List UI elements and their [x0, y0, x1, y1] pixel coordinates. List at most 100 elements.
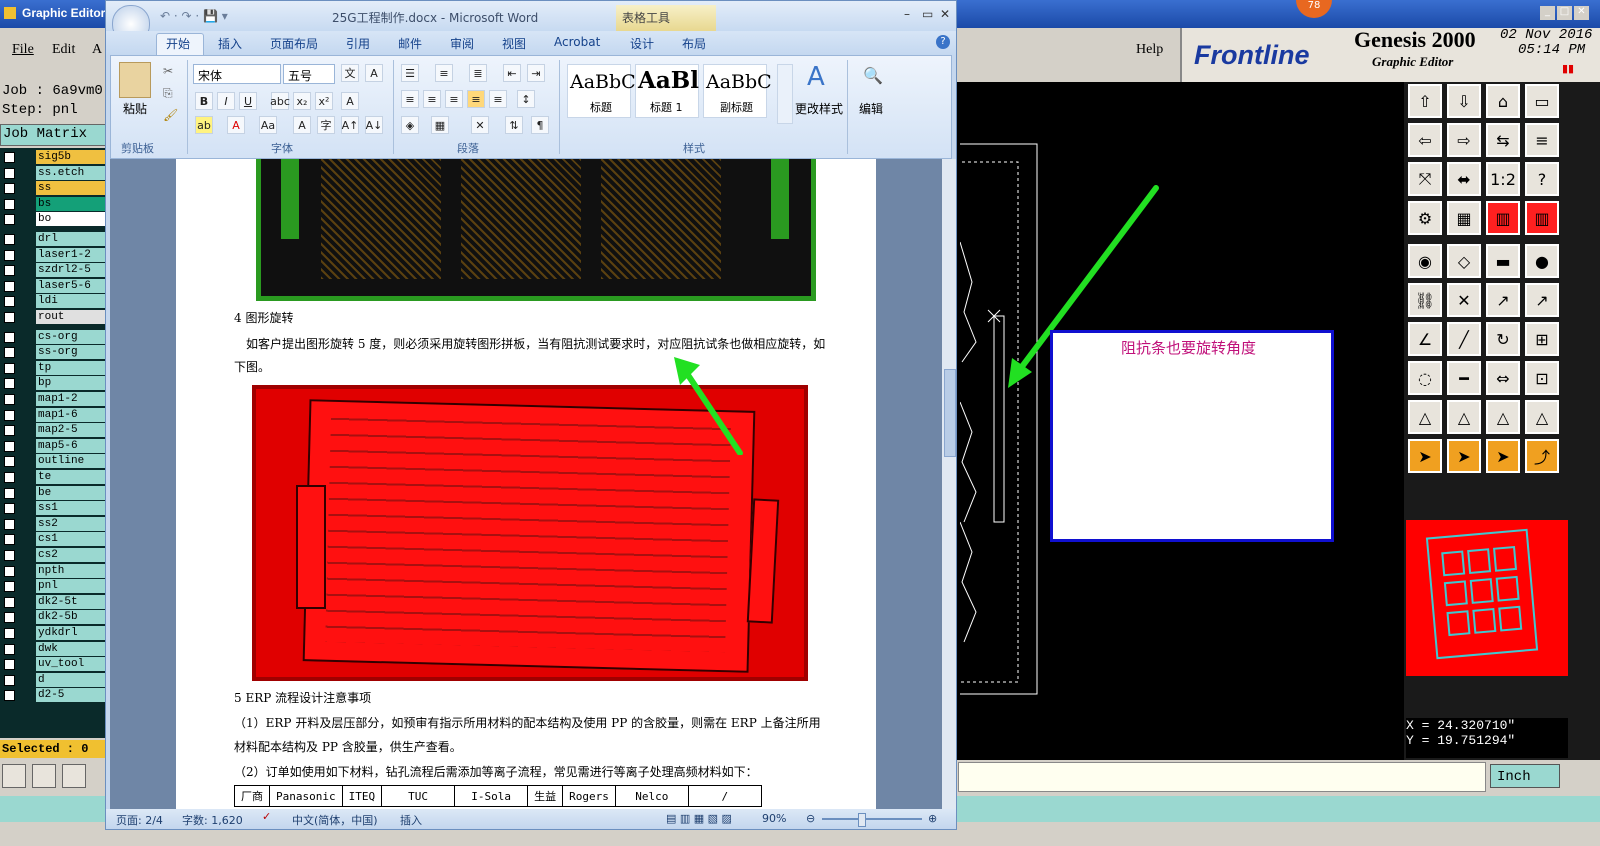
- layer-row[interactable]: bp: [0, 376, 106, 391]
- clear-format-button[interactable]: A: [341, 92, 359, 110]
- style-subtitle[interactable]: AaBbC 副标题: [703, 64, 772, 118]
- layer-checkbox[interactable]: [4, 296, 15, 308]
- layer-checkbox[interactable]: [4, 643, 15, 655]
- tab-design[interactable]: 设计: [630, 35, 654, 52]
- layer-name[interactable]: uv_tool: [36, 657, 106, 672]
- layer-name[interactable]: bp: [36, 376, 106, 391]
- tool-button-icon[interactable]: ∠: [1408, 322, 1442, 356]
- layer-row[interactable]: outline: [0, 454, 106, 469]
- copy-icon[interactable]: ⎘: [163, 86, 173, 101]
- layer-row[interactable]: tp: [0, 360, 106, 375]
- change-styles-icon[interactable]: A: [807, 62, 825, 92]
- style-heading1[interactable]: AaBl 标题 1: [635, 64, 699, 118]
- tool-button-icon[interactable]: ⤴: [1525, 439, 1559, 473]
- italic-button[interactable]: I: [217, 92, 235, 110]
- paste-label[interactable]: 粘贴: [123, 100, 147, 117]
- tool-button-icon[interactable]: ▭: [1525, 84, 1559, 118]
- tool-button-icon[interactable]: ⤧: [1408, 162, 1442, 196]
- layer-row[interactable]: pnl: [0, 579, 106, 594]
- layer-checkbox[interactable]: [4, 312, 15, 323]
- document-page[interactable]: 4 图形旋转 如客户提出图形旋转 5 度，则必须采用旋转图形拼板，当有阻抗测试要…: [176, 159, 876, 809]
- layer-checkbox[interactable]: [4, 612, 15, 624]
- layer-row[interactable]: laser1-2: [0, 247, 106, 262]
- tool-button-icon[interactable]: ◌: [1408, 361, 1442, 395]
- layer-row[interactable]: bs: [0, 196, 106, 211]
- layer-name[interactable]: ss2: [36, 516, 106, 531]
- tool-button-icon[interactable]: ⛓: [1408, 283, 1442, 317]
- layer-row[interactable]: map5-6: [0, 438, 106, 453]
- table-cell[interactable]: /: [687, 785, 762, 807]
- layer-checkbox[interactable]: [4, 503, 15, 515]
- measure-tool-icon[interactable]: [32, 764, 56, 788]
- layer-checkbox[interactable]: [4, 487, 15, 499]
- help-icon[interactable]: ?: [936, 35, 950, 49]
- layer-checkbox[interactable]: [4, 690, 15, 702]
- layer-checkbox[interactable]: [4, 249, 15, 261]
- zoom-out-icon[interactable]: ⊖: [806, 812, 815, 825]
- layer-row[interactable]: bo: [0, 212, 106, 227]
- tool-button-icon[interactable]: ✕: [1447, 283, 1481, 317]
- align-right-button[interactable]: ≡: [445, 90, 463, 108]
- notification-badge[interactable]: 78: [1296, 0, 1332, 18]
- layer-name[interactable]: outline: [36, 454, 106, 469]
- table-cell[interactable]: Panasonic: [269, 785, 343, 807]
- shading-button[interactable]: ◈: [401, 116, 419, 134]
- tool-button-icon[interactable]: ⚙: [1408, 201, 1442, 235]
- layer-checkbox[interactable]: [4, 596, 15, 608]
- tool-button-icon[interactable]: ⇧: [1408, 84, 1442, 118]
- layer-name[interactable]: ss: [36, 181, 106, 196]
- layer-checkbox[interactable]: [4, 167, 15, 179]
- layer-checkbox[interactable]: [4, 674, 15, 686]
- tab-review[interactable]: 审阅: [450, 35, 474, 52]
- layer-name[interactable]: map1-2: [36, 392, 106, 406]
- layer-checkbox[interactable]: [4, 472, 15, 483]
- layer-row[interactable]: npth: [0, 563, 106, 578]
- zoom-level[interactable]: 90%: [762, 812, 786, 825]
- increase-indent-button[interactable]: ⇥: [527, 64, 545, 82]
- tab-references[interactable]: 引用: [346, 35, 370, 52]
- zoom-slider-thumb[interactable]: [858, 813, 866, 827]
- find-icon[interactable]: 🔍: [863, 66, 883, 85]
- tool-button-icon[interactable]: ━: [1447, 361, 1481, 395]
- font-size-select[interactable]: 五号: [283, 64, 335, 84]
- styles-gallery-scroll[interactable]: [777, 64, 793, 124]
- superscript-button[interactable]: x²: [315, 92, 333, 110]
- layer-checkbox[interactable]: [4, 214, 15, 226]
- proofing-icon[interactable]: ✓: [262, 810, 271, 823]
- justify-button[interactable]: ≡: [467, 90, 485, 108]
- tool-button-icon[interactable]: ➤: [1447, 439, 1481, 473]
- layer-name[interactable]: dk2-5t: [36, 594, 106, 609]
- overview-map[interactable]: [1406, 520, 1568, 676]
- layer-checkbox[interactable]: [4, 565, 15, 577]
- layer-name[interactable]: ss1: [36, 501, 106, 516]
- tool-button-icon[interactable]: ⇦: [1408, 123, 1442, 157]
- borders-button[interactable]: ▦: [431, 116, 449, 134]
- status-words[interactable]: 字数: 1,620: [182, 812, 243, 828]
- tool-button-icon[interactable]: ↗: [1486, 283, 1520, 317]
- bold-button[interactable]: B: [195, 92, 213, 110]
- cut-icon[interactable]: ✂: [163, 64, 173, 78]
- layer-row[interactable]: szdrl2-5: [0, 263, 106, 278]
- pause-icon[interactable]: ▮▮: [1562, 62, 1574, 75]
- layer-checkbox[interactable]: [4, 409, 15, 421]
- table-cell[interactable]: 生益: [527, 785, 564, 807]
- table-cell[interactable]: ITEQ: [341, 785, 383, 807]
- maximize-button[interactable]: □: [1557, 6, 1572, 20]
- tool-button-icon[interactable]: △: [1408, 400, 1442, 434]
- status-mode[interactable]: 插入: [400, 812, 422, 828]
- tool-button-icon[interactable]: ⇔: [1486, 361, 1520, 395]
- layer-row[interactable]: uv_tool: [0, 657, 106, 672]
- align-center-button[interactable]: ≡: [423, 90, 441, 108]
- layer-checkbox[interactable]: [4, 198, 15, 210]
- close-button[interactable]: ✕: [1574, 6, 1589, 20]
- layer-name[interactable]: map1-6: [36, 407, 106, 422]
- layer-name[interactable]: d: [36, 672, 106, 687]
- layer-checkbox[interactable]: [4, 234, 15, 245]
- layer-row[interactable]: map2-5: [0, 423, 106, 438]
- layer-name[interactable]: npth: [36, 563, 106, 578]
- tool-button-icon[interactable]: ╱: [1447, 322, 1481, 356]
- layer-name[interactable]: te: [36, 470, 106, 484]
- change-case-button[interactable]: Aa: [259, 116, 277, 134]
- layer-name[interactable]: drl: [36, 232, 106, 246]
- paste-icon[interactable]: [119, 62, 151, 98]
